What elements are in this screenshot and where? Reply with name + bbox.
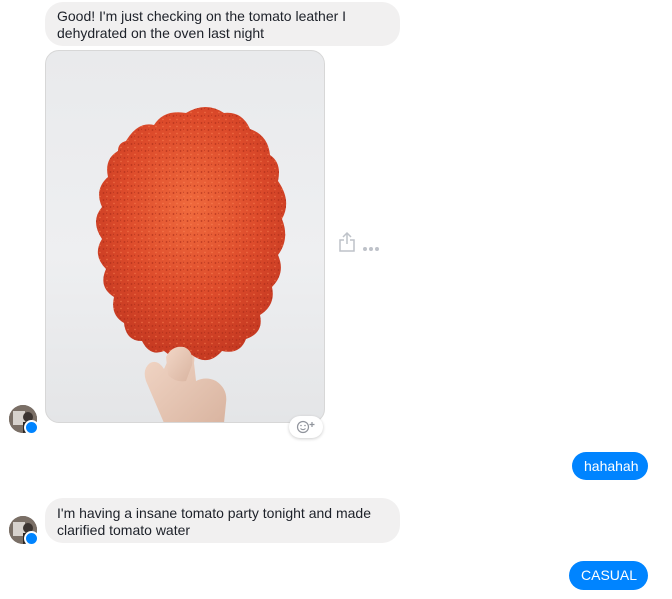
outgoing-message-bubble[interactable]: CASUAL — [569, 561, 648, 590]
tomato-leather-image — [96, 107, 287, 422]
sender-avatar[interactable] — [9, 405, 39, 435]
message-actions — [338, 230, 384, 254]
incoming-message-bubble[interactable]: I'm having a insane tomato party tonight… — [45, 498, 400, 543]
message-text: Good! I'm just checking on the tomato le… — [57, 8, 347, 41]
message-text: CASUAL — [581, 567, 638, 583]
messenger-badge-icon — [24, 420, 39, 435]
add-reaction-button[interactable] — [289, 416, 323, 438]
message-thread: Good! I'm just checking on the tomato le… — [0, 0, 672, 599]
more-options-icon[interactable] — [362, 239, 380, 251]
sender-avatar[interactable] — [9, 516, 39, 546]
incoming-message-bubble[interactable]: Good! I'm just checking on the tomato le… — [45, 2, 400, 46]
message-text: I'm having a insane tomato party tonight… — [57, 505, 371, 538]
message-text: hahahah — [584, 458, 639, 474]
outgoing-message-bubble[interactable]: hahahah — [572, 452, 648, 480]
add-reaction-icon — [295, 420, 317, 434]
share-icon[interactable] — [338, 231, 356, 253]
messenger-badge-icon — [24, 531, 39, 546]
photo-attachment[interactable] — [45, 50, 325, 423]
